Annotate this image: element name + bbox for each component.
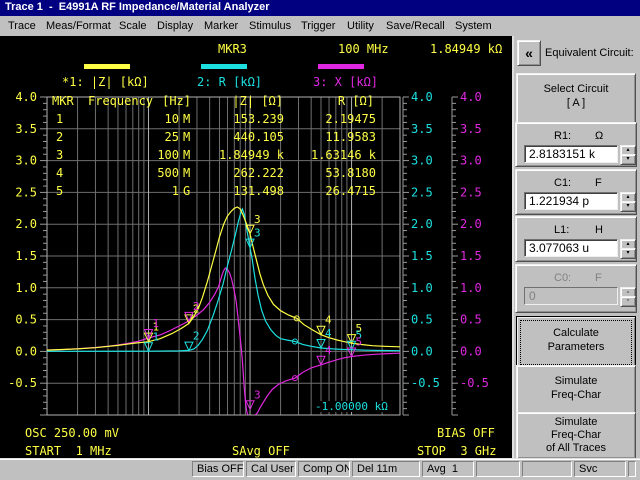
parameter-label: C1:: [554, 177, 572, 189]
active-marker-label: MKR3: [218, 42, 247, 56]
marker-table-cell: 1.63146 k: [310, 148, 376, 162]
value-spinner: ▴ ▾: [620, 192, 636, 212]
status-cell-bias-off: Bias OFF: [192, 461, 244, 477]
calculate-parameters-button[interactable]: Calculate Parameters: [516, 316, 636, 369]
menu-item-system[interactable]: System: [453, 16, 494, 36]
marker-table-cell: 11.9583: [325, 130, 376, 144]
menu-item-trigger[interactable]: Trigger: [299, 16, 337, 36]
legend-label: 3: X [kΩ]: [313, 75, 379, 89]
marker-table-cell: 4: [56, 166, 64, 180]
marker-table-cell: 153.239: [233, 112, 284, 126]
parameter-value-input[interactable]: 1.221934 p: [524, 192, 618, 210]
spinner-down-icon: ▾: [620, 296, 636, 307]
parameter-group-l1: L1: H 3.077063 u ▴ ▾: [515, 216, 637, 262]
menu-item-utility[interactable]: Utility: [345, 16, 376, 36]
start-frequency-readout: START 1 MHz: [25, 444, 112, 458]
marker-table-cell: 131.498: [233, 184, 284, 198]
window-title: Trace 1 - E4991A RF Impedance/Material A…: [5, 1, 270, 13]
legend-color-bar: [201, 64, 247, 69]
status-cell-del-11m: Del 11m: [352, 461, 420, 477]
marker-table-cell: 25: [164, 130, 179, 144]
status-cell-comp-on: Comp ON: [298, 461, 350, 477]
menu-bar: Trace Meas/Format Scale Display Marker Stimul…: [0, 16, 640, 36]
equivalent-circuit-sidebar: « Equivalent Circuit: Select Circuit[ A …: [512, 36, 640, 459]
status-bar: Bias OFF Cal User Comp ON Del 11m Avg 1 Svc: [0, 458, 640, 480]
legend-color-bar: [84, 64, 130, 69]
instrument-screen: MKR3 100 MHz 1.84949 kΩ *1: |Z| [kΩ] 2: R…: [0, 36, 512, 458]
status-cell-empty: [476, 461, 520, 477]
marker-table-cell: 2: [56, 130, 64, 144]
spinner-down-icon[interactable]: ▾: [620, 201, 636, 212]
select-circuit-button[interactable]: Select Circuit[ A ]: [516, 73, 636, 126]
menu-item-save-recall[interactable]: Save/Recall: [384, 16, 447, 36]
stop-frequency-readout: STOP 3 GHz: [417, 444, 497, 458]
parameter-group-c1: C1: F 1.221934 p ▴ ▾: [515, 169, 637, 215]
scale-bottom-annotation: -1.00000 kΩ: [313, 400, 390, 413]
sweep-average-readout: SAvg OFF: [232, 444, 290, 458]
collapse-sidebar-button[interactable]: «: [517, 40, 541, 66]
status-cell-empty: [628, 461, 636, 477]
marker-table-cell: 2.19475: [325, 112, 376, 126]
status-cell-cal-user: Cal User: [246, 461, 296, 477]
menu-item-meas-format[interactable]: Meas/Format: [44, 16, 113, 36]
status-cell-empty: [522, 461, 572, 477]
menu-item-marker[interactable]: Marker: [202, 16, 240, 36]
marker-table-cell: 53.8180: [325, 166, 376, 180]
value-spinner: ▴ ▾: [620, 239, 636, 259]
parameter-group-c0: C0: F 0 ▴ ▾: [515, 264, 637, 313]
menu-item-scale[interactable]: Scale: [117, 16, 149, 36]
marker-table-cell: 1: [171, 184, 179, 198]
parameter-value-input: 0: [524, 287, 618, 305]
spinner-down-icon[interactable]: ▾: [620, 154, 636, 165]
marker-frequency-readout: 100 MHz: [338, 42, 389, 56]
legend-label: *1: |Z| [kΩ]: [62, 75, 149, 89]
parameter-unit-label: Ω: [595, 130, 604, 142]
marker-table-header: [Hz]: [162, 94, 191, 108]
marker-table-cell: 262.222: [233, 166, 284, 180]
parameter-unit-label: F: [595, 272, 602, 284]
value-spinner: ▴ ▾: [620, 287, 636, 307]
parameter-group-r1: R1: Ω 2.8183151 k ▴ ▾: [515, 122, 637, 167]
parameter-label: C0:: [554, 272, 572, 284]
marker-table-header: R [Ω]: [337, 94, 374, 108]
osc-level-readout: OSC 250.00 mV: [25, 426, 119, 440]
marker-table-cell: 1: [56, 112, 64, 126]
e4991a-analyzer-window: Trace 1 - E4991A RF Impedance/Material A…: [0, 0, 640, 480]
bias-status-readout: BIAS OFF: [437, 426, 495, 440]
status-cell-svc: Svc: [574, 461, 626, 477]
marker-table-cell: 440.105: [233, 130, 284, 144]
marker-value-readout: 1.84949 kΩ: [430, 42, 503, 56]
menu-item-display[interactable]: Display: [155, 16, 195, 36]
marker-table-cell: 10: [164, 112, 179, 126]
parameter-value-input[interactable]: 2.8183151 k: [524, 145, 618, 163]
marker-table-cell: 1.84949 k: [218, 148, 284, 162]
title-bar: Trace 1 - E4991A RF Impedance/Material A…: [0, 0, 640, 16]
parameter-label: R1:: [554, 130, 572, 142]
simulate-freq-char-all-traces-button[interactable]: Simulate Freq-Char of All Traces: [516, 412, 636, 459]
marker-table-header: MKR: [52, 94, 74, 108]
marker-table-cell: 3: [56, 148, 64, 162]
marker-table-header: |Z| [Ω]: [232, 94, 283, 108]
parameter-unit-label: F: [595, 177, 602, 189]
legend-label: 2: R [kΩ]: [197, 75, 263, 89]
parameter-value-input[interactable]: 3.077063 u: [524, 239, 618, 257]
parameter-unit-label: H: [595, 224, 603, 236]
menu-item-stimulus[interactable]: Stimulus: [247, 16, 293, 36]
value-spinner: ▴ ▾: [620, 145, 636, 165]
marker-table-cell: 26.4715: [325, 184, 376, 198]
sidebar-title: Equivalent Circuit:: [545, 47, 634, 59]
marker-table-cell: 5: [56, 184, 64, 198]
status-cell-avg-1: Avg 1: [422, 461, 474, 477]
parameter-label: L1:: [554, 224, 570, 236]
marker-table-cell: 100: [157, 148, 179, 162]
legend-color-bar: [318, 64, 364, 69]
marker-table-cell: 500: [157, 166, 179, 180]
simulate-freq-char-button[interactable]: Simulate Freq-Char: [516, 365, 636, 415]
menu-item-trace[interactable]: Trace: [6, 16, 38, 36]
spinner-down-icon[interactable]: ▾: [620, 248, 636, 259]
